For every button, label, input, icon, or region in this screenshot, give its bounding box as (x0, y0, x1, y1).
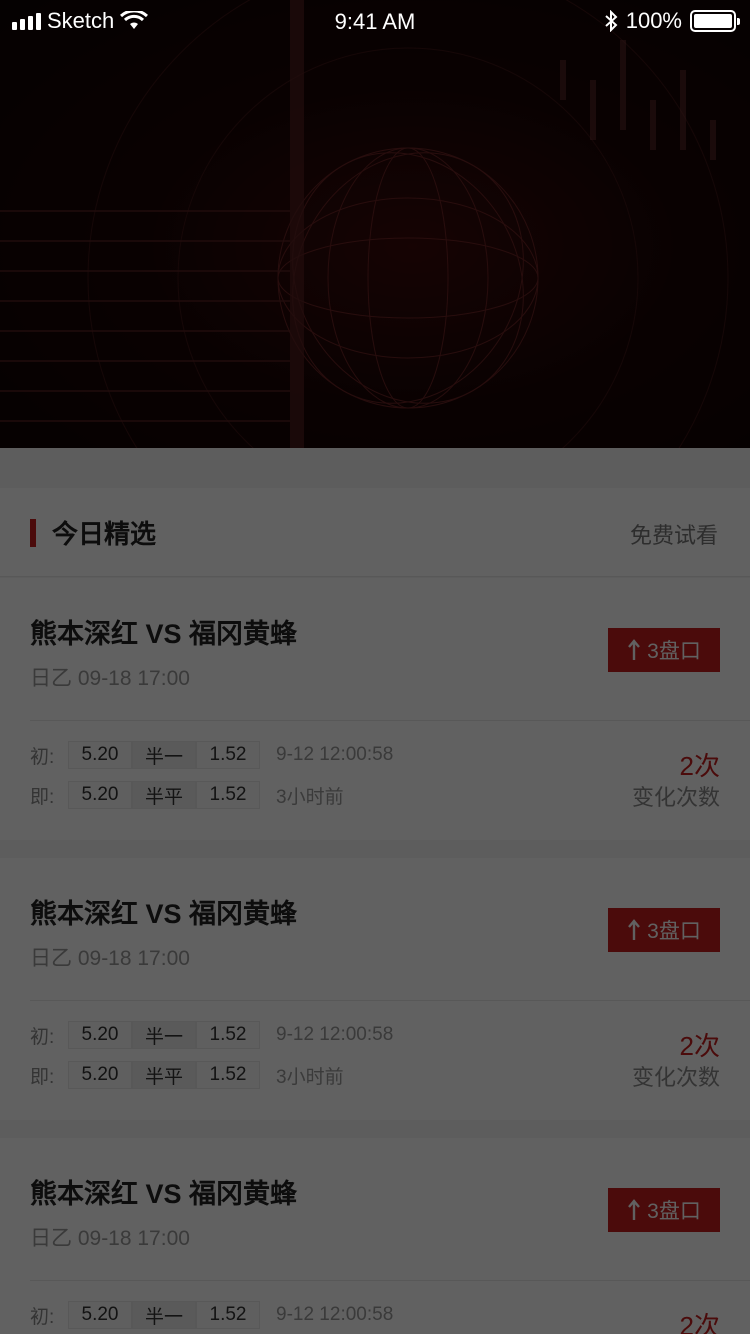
current-line: 半平 (132, 1061, 196, 1089)
match-title: 熊本深红 VS 福冈黄蜂 (30, 899, 298, 929)
change-count-label: 变化次数 (631, 785, 720, 810)
battery-icon (690, 10, 740, 32)
match-card[interactable]: 熊本深红 VS 福冈黄蜂 日乙 09-18 17:00 3盘口 初: 5.20 … (0, 858, 750, 1120)
initial-odds-row: 初: 5.20 半一 1.52 9-12 12:00:58 (30, 1300, 393, 1330)
status-right: 100% (604, 8, 740, 34)
initial-line: 半一 (132, 741, 196, 769)
match-title: 熊本深红 VS 福冈黄蜂 (30, 619, 298, 649)
initial-time: 9-12 12:00:58 (276, 1304, 394, 1325)
match-meta: 日乙 09-18 17:00 (30, 667, 190, 690)
initial-away-odds: 1.52 (196, 741, 260, 769)
arrow-up-icon (628, 919, 641, 940)
initial-odds-row: 初: 5.20 半一 1.52 9-12 12:00:58 (30, 740, 393, 770)
initial-home-odds: 5.20 (68, 1301, 132, 1329)
handicap-badge[interactable]: 3盘口 (608, 1188, 720, 1232)
content-area: 今日精选 免费试看 熊本深红 VS 福冈黄蜂 日乙 09-18 17:00 3盘… (0, 448, 750, 1334)
hero-banner (0, 0, 750, 448)
handicap-badge-label: 3盘口 (647, 920, 701, 943)
initial-line: 半一 (132, 1021, 196, 1049)
initial-label: 初: (30, 746, 55, 768)
current-label: 即: (30, 1066, 55, 1088)
initial-away-odds: 1.52 (196, 1021, 260, 1049)
initial-home-odds: 5.20 (68, 1021, 132, 1049)
current-time: 3小时前 (276, 1066, 344, 1088)
current-label: 即: (30, 786, 55, 808)
section-header: 今日精选 免费试看 (0, 488, 750, 577)
match-meta: 日乙 09-18 17:00 (30, 1227, 190, 1250)
arrow-up-icon (628, 1199, 641, 1220)
globe-graphic (0, 0, 729, 448)
handicap-badge-label: 3盘口 (647, 640, 701, 663)
screen: Sketch 9:41 AM 100% 今日精选 免费试看 熊本深红 VS 福冈… (0, 0, 750, 1334)
initial-away-odds: 1.52 (196, 1301, 260, 1329)
match-card[interactable]: 熊本深红 VS 福冈黄蜂 日乙 09-18 17:00 3盘口 初: 5.20 … (0, 1138, 750, 1334)
initial-home-odds: 5.20 (68, 741, 132, 769)
change-count: 2次 (679, 1031, 720, 1061)
match-title: 熊本深红 VS 福冈黄蜂 (30, 1179, 298, 1209)
handicap-badge[interactable]: 3盘口 (608, 908, 720, 952)
change-count-label: 变化次数 (631, 1065, 720, 1090)
card-divider (30, 1280, 750, 1281)
current-odds-row: 即: 5.20 半平 1.52 3小时前 (30, 780, 344, 810)
current-away-odds: 1.52 (196, 1061, 260, 1089)
current-home-odds: 5.20 (68, 781, 132, 809)
current-odds-row: 即: 5.20 半平 1.52 3小时前 (30, 1060, 344, 1090)
bluetooth-icon (605, 10, 618, 32)
change-count: 2次 (679, 1311, 720, 1334)
card-divider (30, 1000, 750, 1001)
handicap-badge-label: 3盘口 (647, 1200, 701, 1223)
match-meta: 日乙 09-18 17:00 (30, 947, 190, 970)
initial-odds-row: 初: 5.20 半一 1.52 9-12 12:00:58 (30, 1020, 393, 1050)
current-line: 半平 (132, 781, 196, 809)
current-home-odds: 5.20 (68, 1061, 132, 1089)
match-card[interactable]: 熊本深红 VS 福冈黄蜂 日乙 09-18 17:00 3盘口 初: 5.20 … (0, 578, 750, 840)
initial-label: 初: (30, 1026, 55, 1048)
card-divider (30, 720, 750, 721)
status-bar: Sketch 9:41 AM 100% (0, 0, 750, 44)
initial-time: 9-12 12:00:58 (276, 744, 394, 765)
section-title: 今日精选 (52, 519, 157, 549)
battery-percent: 100% (625, 8, 682, 33)
current-time: 3小时前 (276, 786, 344, 808)
handicap-badge[interactable]: 3盘口 (608, 628, 720, 672)
initial-time: 9-12 12:00:58 (276, 1024, 394, 1045)
section-accent-bar (30, 519, 36, 547)
free-preview-link[interactable]: 免费试看 (630, 518, 718, 550)
initial-label: 初: (30, 1306, 55, 1328)
change-count: 2次 (679, 751, 720, 781)
arrow-up-icon (628, 639, 641, 660)
initial-line: 半一 (132, 1301, 196, 1329)
current-away-odds: 1.52 (196, 781, 260, 809)
